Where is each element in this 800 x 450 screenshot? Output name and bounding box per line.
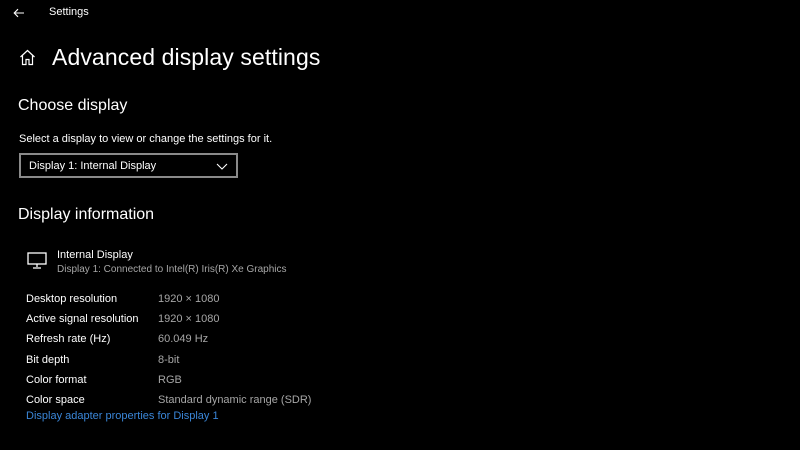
info-value: 1920 × 1080 [158, 313, 220, 326]
info-label: Refresh rate (Hz) [26, 333, 111, 346]
info-label: Active signal resolution [26, 313, 139, 326]
info-row-active-signal-resolution: Active signal resolution 1920 × 1080 [26, 309, 311, 329]
home-button[interactable] [19, 48, 37, 66]
back-button[interactable] [10, 4, 28, 22]
monitor-text: Internal Display Display 1: Connected to… [57, 249, 287, 275]
info-row-color-format: Color format RGB [26, 370, 311, 390]
chevron-down-icon [216, 163, 228, 170]
info-label: Desktop resolution [26, 293, 118, 306]
choose-display-heading: Choose display [18, 97, 128, 114]
info-row-bit-depth: Bit depth 8-bit [26, 350, 311, 370]
monitor-icon [27, 252, 47, 269]
choose-display-description: Select a display to view or change the s… [19, 133, 273, 145]
info-value: 60.049 Hz [158, 333, 209, 346]
home-icon [20, 49, 35, 65]
info-label: Bit depth [26, 353, 70, 366]
display-information-heading: Display information [18, 206, 155, 223]
monitor-connection: Display 1: Connected to Intel(R) Iris(R)… [57, 264, 287, 275]
display-select-dropdown[interactable]: Display 1: Internal Display [19, 153, 238, 178]
page-header: Advanced display settings [19, 41, 320, 73]
info-row-desktop-resolution: Desktop resolution 1920 × 1080 [26, 289, 311, 309]
settings-window: Settings Advanced display settings Choos… [0, 0, 800, 450]
info-value: RGB [158, 373, 182, 386]
info-value: 1920 × 1080 [158, 293, 220, 306]
back-arrow-icon [13, 8, 24, 18]
info-value: Standard dynamic range (SDR) [158, 394, 312, 407]
info-label: Color space [26, 394, 85, 407]
info-value: 8-bit [158, 353, 180, 366]
info-label: Color format [26, 373, 87, 386]
monitor-name: Internal Display [57, 249, 133, 261]
display-info-table: Desktop resolution 1920 × 1080 Active si… [26, 289, 311, 410]
monitor-info: Internal Display Display 1: Connected to… [27, 249, 287, 275]
title-bar: Settings [0, 0, 800, 28]
info-row-refresh-rate: Refresh rate (Hz) 60.049 Hz [26, 329, 311, 349]
page-title: Advanced display settings [52, 43, 321, 70]
display-select-value: Display 1: Internal Display [29, 159, 157, 172]
info-row-color-space: Color space Standard dynamic range (SDR) [26, 390, 311, 410]
display-adapter-properties-link[interactable]: Display adapter properties for Display 1 [26, 410, 219, 422]
app-title: Settings [49, 6, 89, 18]
